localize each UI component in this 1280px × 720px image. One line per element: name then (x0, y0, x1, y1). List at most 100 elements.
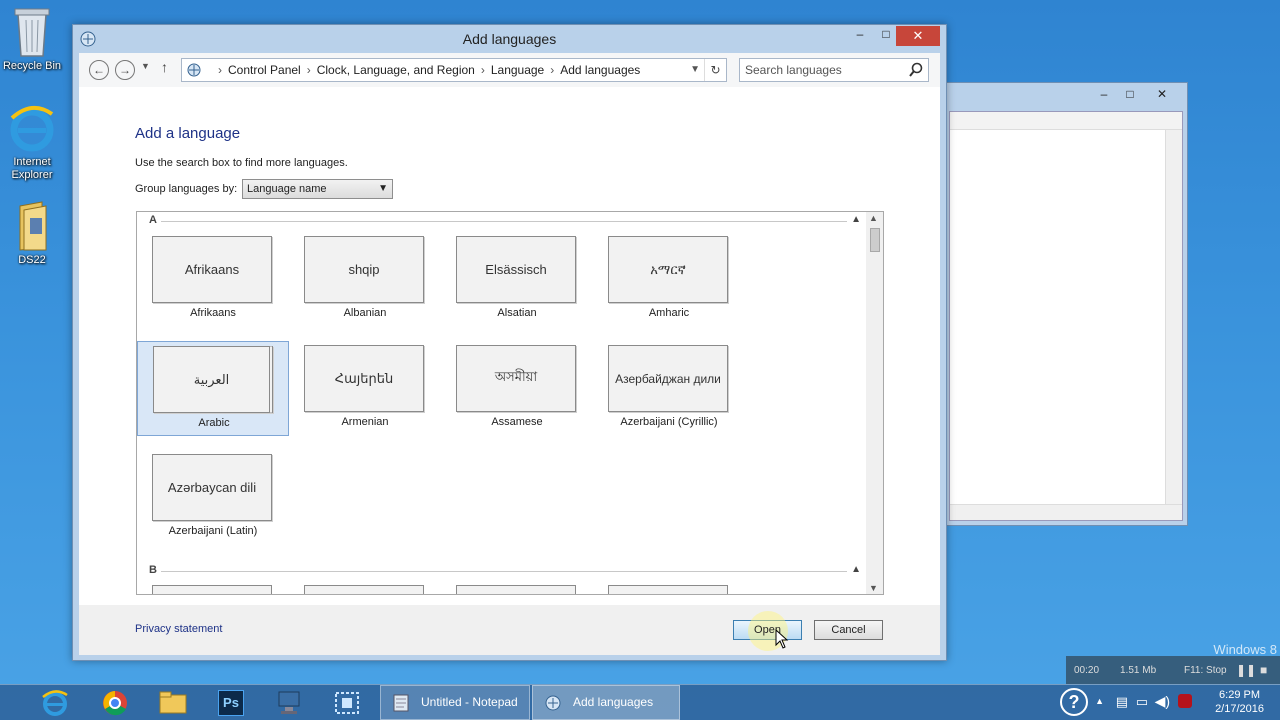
title-bar[interactable]: Add languages ‒ □ ✕ (73, 25, 946, 53)
desktop-icon-recycle-bin[interactable]: Recycle Bin (0, 4, 64, 73)
breadcrumb-separator: › (480, 63, 485, 77)
recorder-elapsed: 00:20 (1074, 665, 1100, 676)
back-button[interactable]: ← (89, 60, 109, 80)
search-input[interactable] (740, 59, 900, 81)
screen-recorder-bar: 00:20 1.51 Mb F11: Stop ❚❚ ■ (1066, 656, 1280, 684)
help-icon[interactable]: ? (1060, 688, 1088, 716)
recorder-stop-hint[interactable]: F11: Stop (1184, 665, 1227, 676)
flash-icon[interactable] (1178, 694, 1192, 708)
control-panel-icon (545, 695, 561, 711)
open-button[interactable]: Open (733, 611, 802, 651)
recorder-size: 1.51 Mb (1120, 665, 1157, 676)
breadcrumb-separator: › (306, 63, 311, 77)
breadcrumb-add-languages[interactable]: Add languages (560, 63, 640, 77)
language-list[interactable]: A ▲ Afrikaans Afrikaans shqip Albanian E… (136, 211, 884, 595)
taskbar-internet-explorer[interactable] (28, 687, 82, 719)
address-bar[interactable]: › Control Panel › Clock, Language, and Regi… (181, 58, 727, 82)
taskbar-chrome[interactable] (88, 687, 142, 719)
page-title: Add a language (135, 125, 241, 142)
up-button[interactable]: ↑ (161, 59, 168, 75)
clock[interactable]: 6:29 PM 2/17/2016 (1215, 688, 1264, 716)
clock-time: 6:29 PM (1219, 689, 1261, 701)
taskbar-network-app[interactable] (262, 687, 316, 719)
desktop-icon-internet-explorer[interactable]: Internet Explorer (0, 104, 64, 182)
language-tile-azerbaijani-cyrillic[interactable]: Азербайджан дили Azerbaijani (Cyrillic) (593, 341, 745, 436)
scrollbar-thumb[interactable] (870, 228, 880, 252)
cancel-button-label: Cancel (831, 624, 866, 636)
network-icon[interactable]: ▤ (1116, 694, 1128, 710)
language-english-name: Azerbaijani (Cyrillic) (620, 416, 718, 428)
language-native-name: Afrikaans (152, 236, 272, 303)
language-native-name: Elsässisch (456, 236, 576, 303)
language-tile-assamese[interactable]: অসমীয়া Assamese (441, 341, 593, 436)
search-box[interactable] (739, 58, 929, 82)
section-header-b: B (149, 564, 157, 576)
notepad-window[interactable]: ‒ □ ✕ (944, 82, 1188, 526)
collapse-section-b-button[interactable]: ▲ (851, 564, 861, 575)
chevron-down-icon[interactable]: ▼ (690, 59, 700, 81)
vertical-scrollbar[interactable] (1165, 130, 1182, 504)
volume-icon[interactable]: ◀) (1155, 693, 1170, 710)
privacy-statement-link[interactable]: Privacy statement (135, 623, 222, 635)
group-by-dropdown[interactable]: Language name ▼ (242, 179, 393, 199)
breadcrumb-separator: › (218, 63, 222, 77)
minimize-button[interactable]: ‒ (847, 25, 873, 43)
language-tile-partial[interactable] (304, 585, 424, 594)
refresh-icon[interactable]: ↻ (704, 59, 726, 81)
scroll-down-arrow-icon[interactable]: ▼ (869, 583, 878, 593)
pause-icon[interactable]: ❚❚ (1236, 663, 1256, 677)
desktop-icon-label: DS22 (18, 254, 46, 266)
language-english-name: Azerbaijani (Latin) (168, 525, 258, 537)
taskbar-task-add-languages[interactable]: Add languages (532, 685, 680, 720)
language-native-name: অসমীয়া (456, 345, 576, 412)
language-tile-partial[interactable] (456, 585, 576, 594)
taskbar-snipping-tool[interactable] (320, 687, 374, 719)
recent-locations-button[interactable]: ▼ (141, 61, 150, 71)
language-tile-alsatian[interactable]: Elsässisch Alsatian (441, 232, 593, 327)
clock-date: 2/17/2016 (1215, 703, 1264, 715)
language-tile-azerbaijani-latin[interactable]: Azərbaycan dili Azerbaijani (Latin) (137, 450, 289, 545)
minimize-button[interactable]: ‒ (1091, 85, 1117, 103)
language-tile-amharic[interactable]: አማርኛ Amharic (593, 232, 745, 327)
menu-bar[interactable] (950, 112, 1182, 130)
cancel-button[interactable]: Cancel (814, 620, 883, 640)
close-button[interactable]: ✕ (1149, 85, 1175, 103)
forward-button[interactable]: → (115, 60, 135, 80)
taskbar-task-notepad[interactable]: Untitled - Notepad (380, 685, 530, 720)
taskbar-file-explorer[interactable] (146, 687, 200, 719)
display-icon[interactable]: ▭ (1136, 694, 1148, 710)
windows-watermark: Windows 8 (1213, 642, 1277, 657)
horizontal-scrollbar[interactable] (950, 504, 1182, 520)
breadcrumb-clock-language-region[interactable]: Clock, Language, and Region (317, 63, 475, 77)
search-hint: Use the search box to find more language… (135, 157, 348, 169)
group-by-label: Group languages by: (135, 183, 238, 195)
notepad-icon (393, 694, 409, 712)
collapse-section-a-button[interactable]: ▲ (851, 214, 861, 225)
notepad-editor[interactable] (949, 111, 1183, 521)
scroll-up-arrow-icon[interactable]: ▲ (869, 213, 878, 223)
show-hidden-icons-button[interactable]: ▲ (1095, 696, 1104, 706)
language-english-name: Amharic (648, 307, 690, 319)
internet-explorer-icon (42, 690, 68, 716)
language-tile-partial[interactable] (608, 585, 728, 594)
stop-icon[interactable]: ■ (1260, 663, 1267, 677)
desktop-icon-label: Internet Explorer (11, 156, 53, 181)
language-tile-armenian[interactable]: Հայերեն Armenian (289, 341, 441, 436)
language-english-name: Arabic (198, 417, 230, 429)
window-title: Add languages (462, 31, 557, 47)
taskbar-photoshop[interactable]: Ps (204, 687, 258, 719)
breadcrumb-control-panel[interactable]: Control Panel (228, 63, 301, 77)
language-tile-arabic[interactable]: العربية Arabic (137, 341, 289, 436)
language-tile-afrikaans[interactable]: Afrikaans Afrikaans (137, 232, 289, 327)
desktop-icon-ds22[interactable]: DS22 (0, 200, 64, 267)
section-divider (161, 571, 847, 572)
vertical-scrollbar[interactable]: ▲ ▼ (866, 212, 883, 594)
language-tile-partial[interactable] (152, 585, 272, 594)
internet-explorer-icon (10, 106, 54, 152)
language-tile-albanian[interactable]: shqip Albanian (289, 232, 441, 327)
search-icon[interactable] (909, 62, 923, 78)
maximize-button[interactable]: □ (1117, 85, 1143, 103)
breadcrumb-language[interactable]: Language (491, 63, 544, 77)
close-button[interactable]: ✕ (896, 26, 940, 46)
add-languages-window: Add languages ‒ □ ✕ ← → ▼ ↑ › Control Pan… (72, 24, 947, 661)
